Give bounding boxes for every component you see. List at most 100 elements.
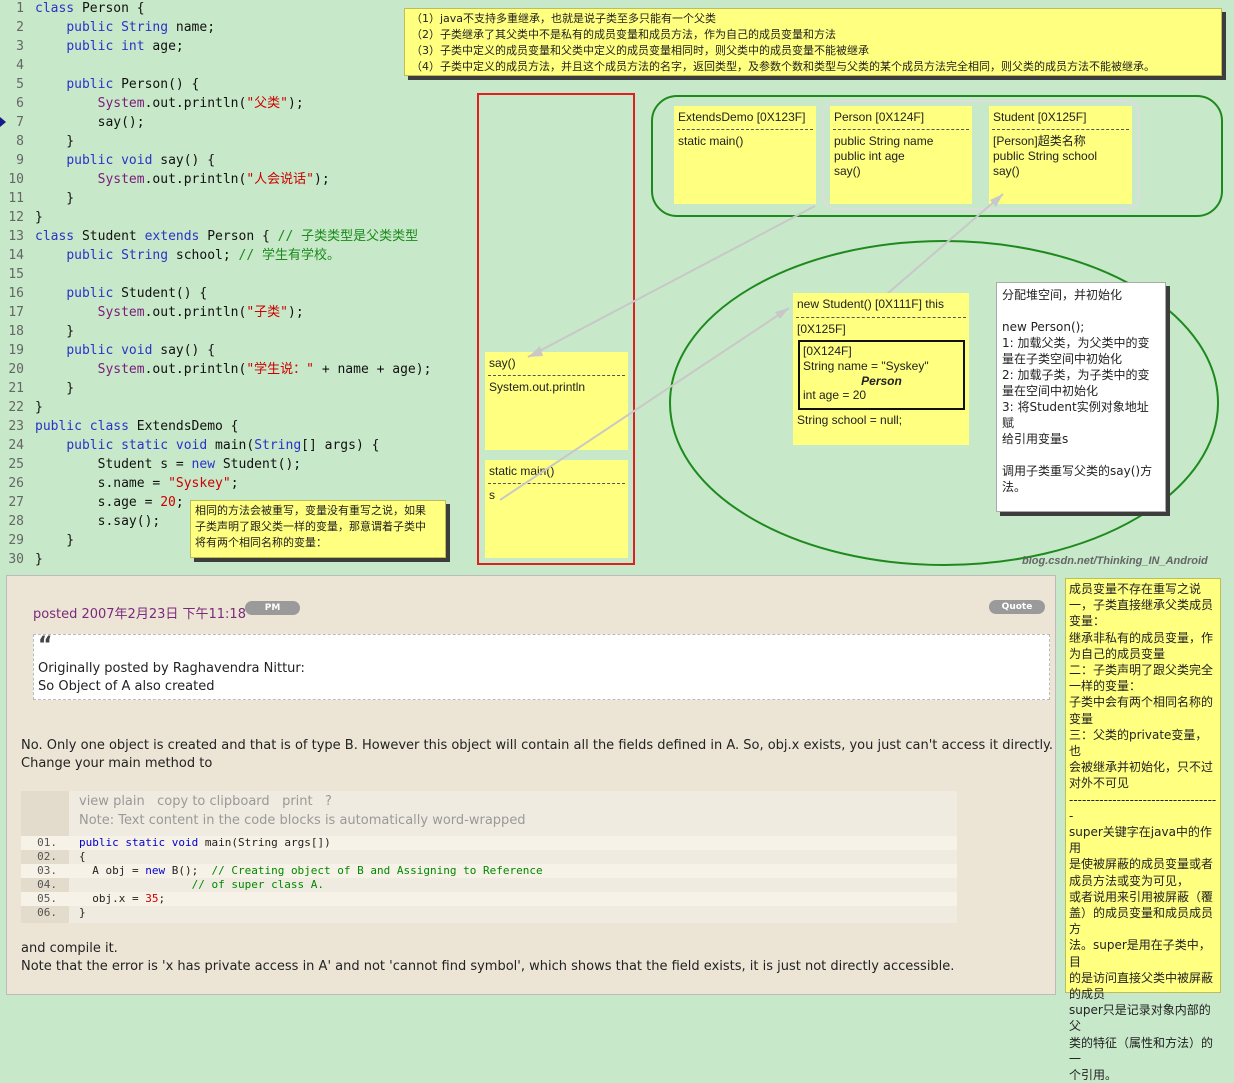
code-toolbar[interactable]: view plain copy to clipboard print ? (79, 794, 332, 809)
code-block-token: obj.x = (79, 892, 146, 905)
class-extendsdemo-body: static main() (678, 134, 744, 148)
code-token: ); (288, 305, 304, 320)
post-date: 2007年2月23日 下午11:18 (81, 607, 246, 622)
line-number: 2 (16, 20, 24, 35)
code-block-token: A obj = (79, 864, 146, 877)
code-block-token: } (79, 906, 86, 919)
code-line: 24 public static void main(String[] args… (0, 436, 379, 455)
code-token: ExtendsDemo { (128, 419, 239, 434)
class-extendsdemo-header: ExtendsDemo [0X123F] (678, 110, 806, 124)
stack-main-header: static main() (489, 464, 555, 478)
code-block-token: new (145, 864, 166, 877)
code-block-line: 01. public static void main(String args[]… (21, 836, 957, 850)
code-token: System (97, 305, 145, 320)
line-number: 18 (8, 324, 24, 339)
code-line: 9 public void say() { (0, 151, 215, 170)
code-line: 2 public String name; (0, 18, 215, 37)
code-token: Person() { (113, 77, 200, 92)
class-student: Student [0X125F] [Person]超类名称 public Str… (989, 106, 1132, 204)
code-line: 14 public String school; // 学生有学校。 (0, 246, 340, 265)
code-line: 11 } (0, 189, 74, 208)
code-token: Student(); (215, 457, 302, 472)
code-token: .out.println( (144, 305, 247, 320)
code-token: int (121, 39, 145, 54)
quote-mark-icon: “ (38, 633, 53, 658)
quote-button[interactable]: Quote (989, 600, 1045, 614)
code-token: ); (288, 96, 304, 111)
code-token: name; (168, 20, 216, 35)
code-line: 16 public Student() { (0, 284, 207, 303)
line-number: 8 (16, 134, 24, 149)
code-line: 22} (0, 398, 42, 417)
code-token: public (66, 77, 114, 92)
class-person-body: public String name public int age say() (834, 134, 934, 178)
reply-paragraph-2: and compile it. Note that the error is '… (21, 941, 955, 974)
code-token: Student (74, 229, 145, 244)
class-student-body: [Person]超类名称 public String school say() (993, 134, 1098, 178)
code-block: view plain copy to clipboard print ? Not… (21, 791, 957, 923)
code-editor[interactable]: 1 class Person {2 public String name; 3 pu… (0, 0, 476, 572)
code-line: 17 System.out.println("子类"); (0, 303, 304, 322)
line-number: 4 (16, 58, 24, 73)
heap-person-part: [0X124F] String name = "Syskey" Person i… (798, 340, 965, 410)
side-note-text: 成员变量不存在重写之说 一，子类直接继承父类成员 变量： 继承非私有的成员变量，… (1069, 582, 1217, 1083)
quote-text: So Object of A also created (38, 679, 215, 694)
heap-object-header: new Student() [0X111F] this (797, 297, 944, 311)
code-token: age; (144, 39, 184, 54)
pm-button[interactable]: PM (245, 601, 300, 615)
code-token: } (35, 552, 43, 567)
code-line: 12} (0, 208, 43, 227)
code-line: 13 class Student extends Person { // 子类类型… (0, 227, 418, 246)
code-line: 19 public void say() { (0, 341, 215, 360)
code-token: + name + age); (314, 362, 432, 377)
line-number: 26 (8, 476, 24, 491)
line-number: 15 (8, 267, 24, 282)
code-token: Student() { (113, 286, 208, 301)
class-person-header: Person [0X124F] (834, 110, 925, 124)
code-block-line-number: 04. (37, 878, 57, 891)
heap-person-name: String name = "Syskey" (803, 359, 929, 373)
heap-object-addr: [0X125F] (797, 322, 846, 336)
code-token: ); (314, 172, 330, 187)
line-number: 17 (8, 305, 24, 320)
code-line: 5 public Person() { (0, 75, 199, 94)
code-block-token: ; (158, 892, 166, 905)
code-token: class (35, 1, 75, 16)
code-token: public (66, 286, 114, 301)
code-block-line-number: 05. (37, 892, 57, 905)
reply-paragraph-1: No. Only one object is created and that … (21, 738, 1054, 771)
heap-person-addr: [0X124F] (803, 344, 852, 358)
line-number: 24 (8, 438, 24, 453)
class-student-header: Student [0X125F] (993, 110, 1087, 124)
code-token: } (35, 210, 43, 225)
code-token: new (191, 457, 216, 472)
line-number: 5 (16, 77, 24, 92)
line-number: 12 (8, 210, 24, 225)
code-token: public (66, 248, 114, 263)
rules-note: （1）java不支持多重继承，也就是说子类至多只能有一个父类 （2）子类继承了其… (404, 8, 1222, 76)
line-number: 28 (8, 514, 24, 529)
code-token: String (121, 248, 169, 263)
line-number: 6 (16, 96, 24, 111)
code-token: public (66, 343, 114, 358)
code-block-token: 35 (145, 892, 159, 905)
code-token: Student s = (35, 457, 192, 472)
heap-school: String school = null; (797, 413, 903, 427)
line-number: 22 (8, 400, 24, 415)
code-token: String (121, 20, 169, 35)
code-block-token (79, 878, 192, 891)
code-line: 25 Student s = new Student(); (0, 455, 301, 474)
code-block-line: 06.} (21, 906, 957, 920)
line-number: 14 (8, 248, 24, 263)
heap-person-age: int age = 20 (803, 388, 867, 402)
class-extendsdemo: ExtendsDemo [0X123F] static main() (674, 106, 816, 204)
code-token: "Syskey" (168, 476, 231, 491)
